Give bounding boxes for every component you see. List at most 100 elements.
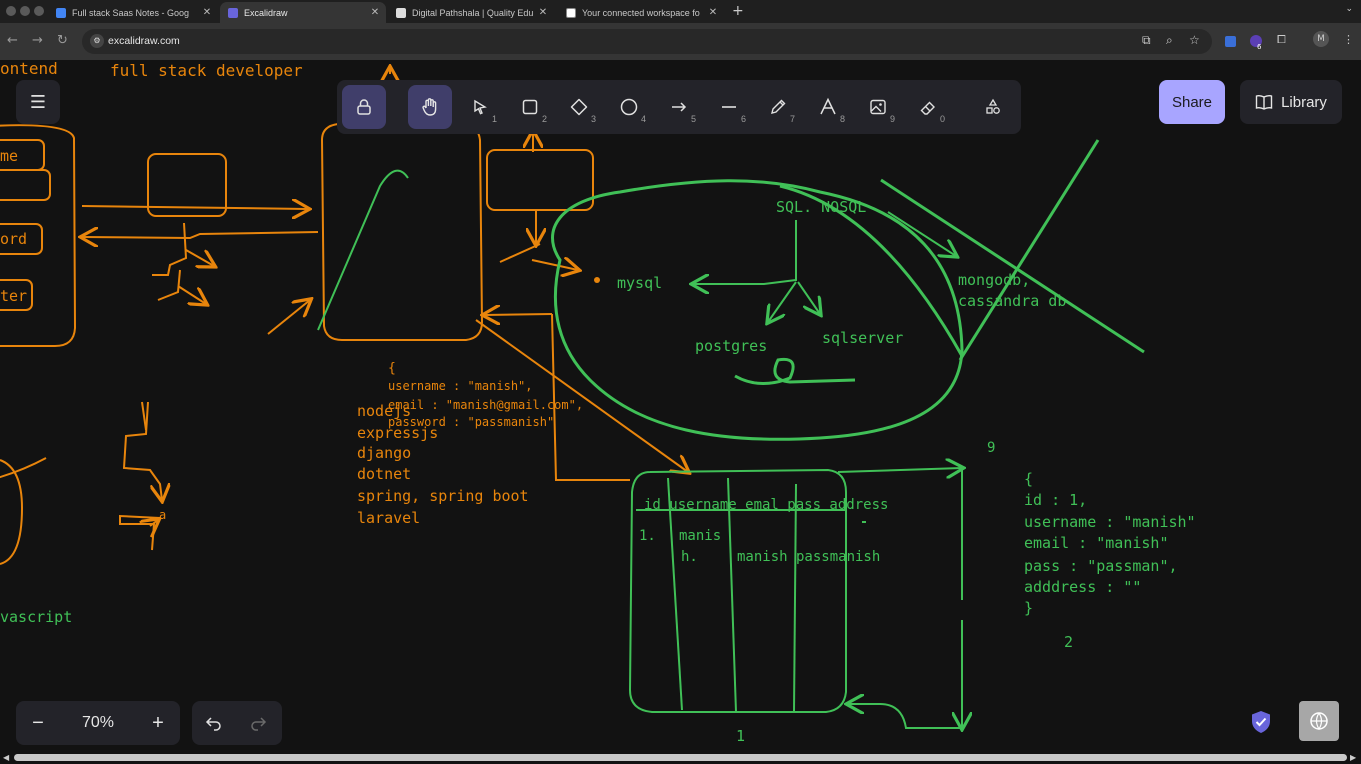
zoom-icon[interactable]: ⌕: [1166, 33, 1173, 48]
text-icon: [820, 97, 836, 115]
shortcut-1: 1: [491, 114, 497, 124]
shortcut-0: 0: [939, 114, 945, 124]
javascript-label: vascript: [0, 608, 72, 626]
tech-nodejs: nodejs: [357, 402, 411, 420]
extension-badge-count: 6: [1257, 43, 1262, 51]
share-button[interactable]: Share: [1159, 80, 1225, 124]
window-close-dot[interactable]: [6, 6, 16, 16]
close-tab-icon[interactable]: ✕: [536, 7, 550, 18]
encryption-shield-icon[interactable]: [1250, 710, 1272, 738]
mongodb-label: mongodb,: [958, 271, 1030, 289]
json-email-line: email : "manish@gmail.com",: [388, 398, 583, 412]
tool-hand[interactable]: [408, 85, 452, 129]
tool-selection[interactable]: 1: [458, 85, 502, 129]
shape-toolbar: 1 2 3 4 5 6 7 8 9 0: [337, 80, 1021, 134]
back-arrow-icon[interactable]: ←: [7, 33, 18, 48]
tab-title: Your connected workspace fo: [582, 7, 700, 18]
docs-favicon-icon: [56, 7, 66, 18]
horizontal-scrollbar[interactable]: [14, 754, 1347, 761]
pencil-icon: [771, 99, 786, 114]
forward-arrow-icon[interactable]: →: [32, 33, 43, 48]
tool-arrow[interactable]: 5: [657, 85, 701, 129]
browser-menu-icon[interactable]: ⋮: [1343, 33, 1354, 46]
help-button[interactable]: [1299, 701, 1339, 741]
orange-dot: [594, 277, 600, 283]
tool-draw[interactable]: 7: [756, 85, 800, 129]
tool-ellipse[interactable]: 4: [607, 85, 651, 129]
eraser-icon: [920, 101, 935, 115]
json2-id: id : 1,: [1024, 491, 1087, 509]
frontend-label: ontend: [0, 60, 58, 78]
excalidraw-favicon-icon: [228, 7, 238, 18]
tool-image[interactable]: 9: [856, 85, 900, 129]
tool-eraser[interactable]: 0: [906, 85, 950, 129]
zoom-level[interactable]: 70%: [66, 701, 130, 745]
tab-title: Full stack Saas Notes - Goog: [72, 7, 190, 18]
arrow-icon: [672, 102, 687, 112]
table-username-part2: h.: [681, 549, 698, 565]
browser-tab-digital-pathshala[interactable]: Digital Pathshala | Quality Edu ✕: [388, 2, 554, 23]
cast-icon[interactable]: ⧉: [1142, 33, 1151, 48]
cassandra-label: cassandra db: [958, 292, 1066, 310]
orange-connectors: [0, 68, 688, 565]
nine-mark: 9: [987, 440, 995, 456]
sql-nosql-label: SQL. NOSQL: [776, 198, 866, 216]
table-header-row: id username emal pass address: [644, 497, 888, 513]
main-menu-button[interactable]: ☰: [16, 80, 60, 124]
drawing-canvas[interactable]: full stack developer ontend me ord ter {…: [0, 60, 1361, 764]
tool-diamond[interactable]: 3: [557, 85, 601, 129]
zoom-out-button[interactable]: −: [16, 701, 60, 745]
window-zoom-dot[interactable]: [34, 6, 44, 16]
redo-icon: [251, 717, 267, 731]
browser-tab-notion[interactable]: Your connected workspace fo ✕: [558, 2, 724, 23]
tool-lock[interactable]: [342, 85, 386, 129]
tool-more-shapes[interactable]: [971, 85, 1015, 129]
tool-line[interactable]: 6: [707, 85, 751, 129]
close-tab-icon[interactable]: ✕: [368, 7, 382, 18]
close-tab-icon[interactable]: ✕: [200, 7, 214, 18]
frontend-field-password: ord: [0, 230, 27, 248]
browser-tab-saas-notes[interactable]: Full stack Saas Notes - Goog ✕: [48, 2, 218, 23]
scroll-left-arrow-icon[interactable]: ◀: [3, 753, 9, 762]
library-label: Library: [1281, 93, 1327, 111]
shortcut-2: 2: [541, 114, 547, 124]
url-text[interactable]: excalidraw.com: [108, 35, 180, 47]
help-globe-icon: [1310, 712, 1328, 731]
scroll-right-arrow-icon[interactable]: ▶: [1350, 753, 1356, 762]
address-bar[interactable]: ⚙ excalidraw.com ⧉ ⌕ ☆: [82, 29, 1212, 54]
json2-email: email : "manish": [1024, 534, 1169, 552]
line-icon: [722, 106, 736, 108]
tool-text[interactable]: 8: [806, 85, 850, 129]
hamburger-icon: ☰: [29, 91, 47, 113]
browser-tab-excalidraw[interactable]: Excalidraw ✕: [220, 2, 386, 23]
library-button[interactable]: Library: [1240, 80, 1342, 124]
green-arrows: [317, 169, 956, 331]
history-controls: [192, 701, 282, 745]
shortcut-3: 3: [590, 114, 596, 124]
zoom-controls: − 70% +: [16, 701, 180, 745]
window-minimize-dot[interactable]: [20, 6, 30, 16]
json2-pass: pass : "passman",: [1024, 557, 1178, 575]
profile-avatar[interactable]: M: [1313, 31, 1329, 47]
tool-rectangle[interactable]: 2: [508, 85, 552, 129]
extension-icon[interactable]: [1225, 36, 1236, 47]
shortcut-6: 6: [740, 114, 746, 124]
book-icon: [1255, 94, 1273, 110]
zoom-in-button[interactable]: +: [136, 701, 180, 745]
extensions-puzzle-icon[interactable]: ⧠: [1277, 33, 1286, 47]
frontend-field-name: me: [0, 147, 18, 165]
tech-expressjs: expressjs: [357, 424, 438, 442]
site-info-icon[interactable]: ⚙: [90, 34, 104, 48]
bookmark-star-icon[interactable]: ☆: [1189, 33, 1200, 47]
tab-search-chevron-icon[interactable]: ⌄: [1345, 4, 1353, 14]
tech-dotnet: dotnet: [357, 465, 411, 483]
reload-icon[interactable]: ↻: [57, 33, 68, 48]
new-tab-plus-icon[interactable]: +: [732, 3, 744, 19]
drawing-svg: full stack developer ontend me ord ter {…: [0, 60, 1196, 745]
close-tab-icon[interactable]: ✕: [706, 7, 720, 18]
shortcut-5: 5: [690, 114, 696, 124]
table-caption-number: 1: [736, 727, 745, 745]
undo-button[interactable]: [192, 701, 236, 745]
browser-tabstrip: Full stack Saas Notes - Goog ✕ Excalidra…: [0, 0, 1361, 23]
redo-button[interactable]: [236, 701, 280, 745]
